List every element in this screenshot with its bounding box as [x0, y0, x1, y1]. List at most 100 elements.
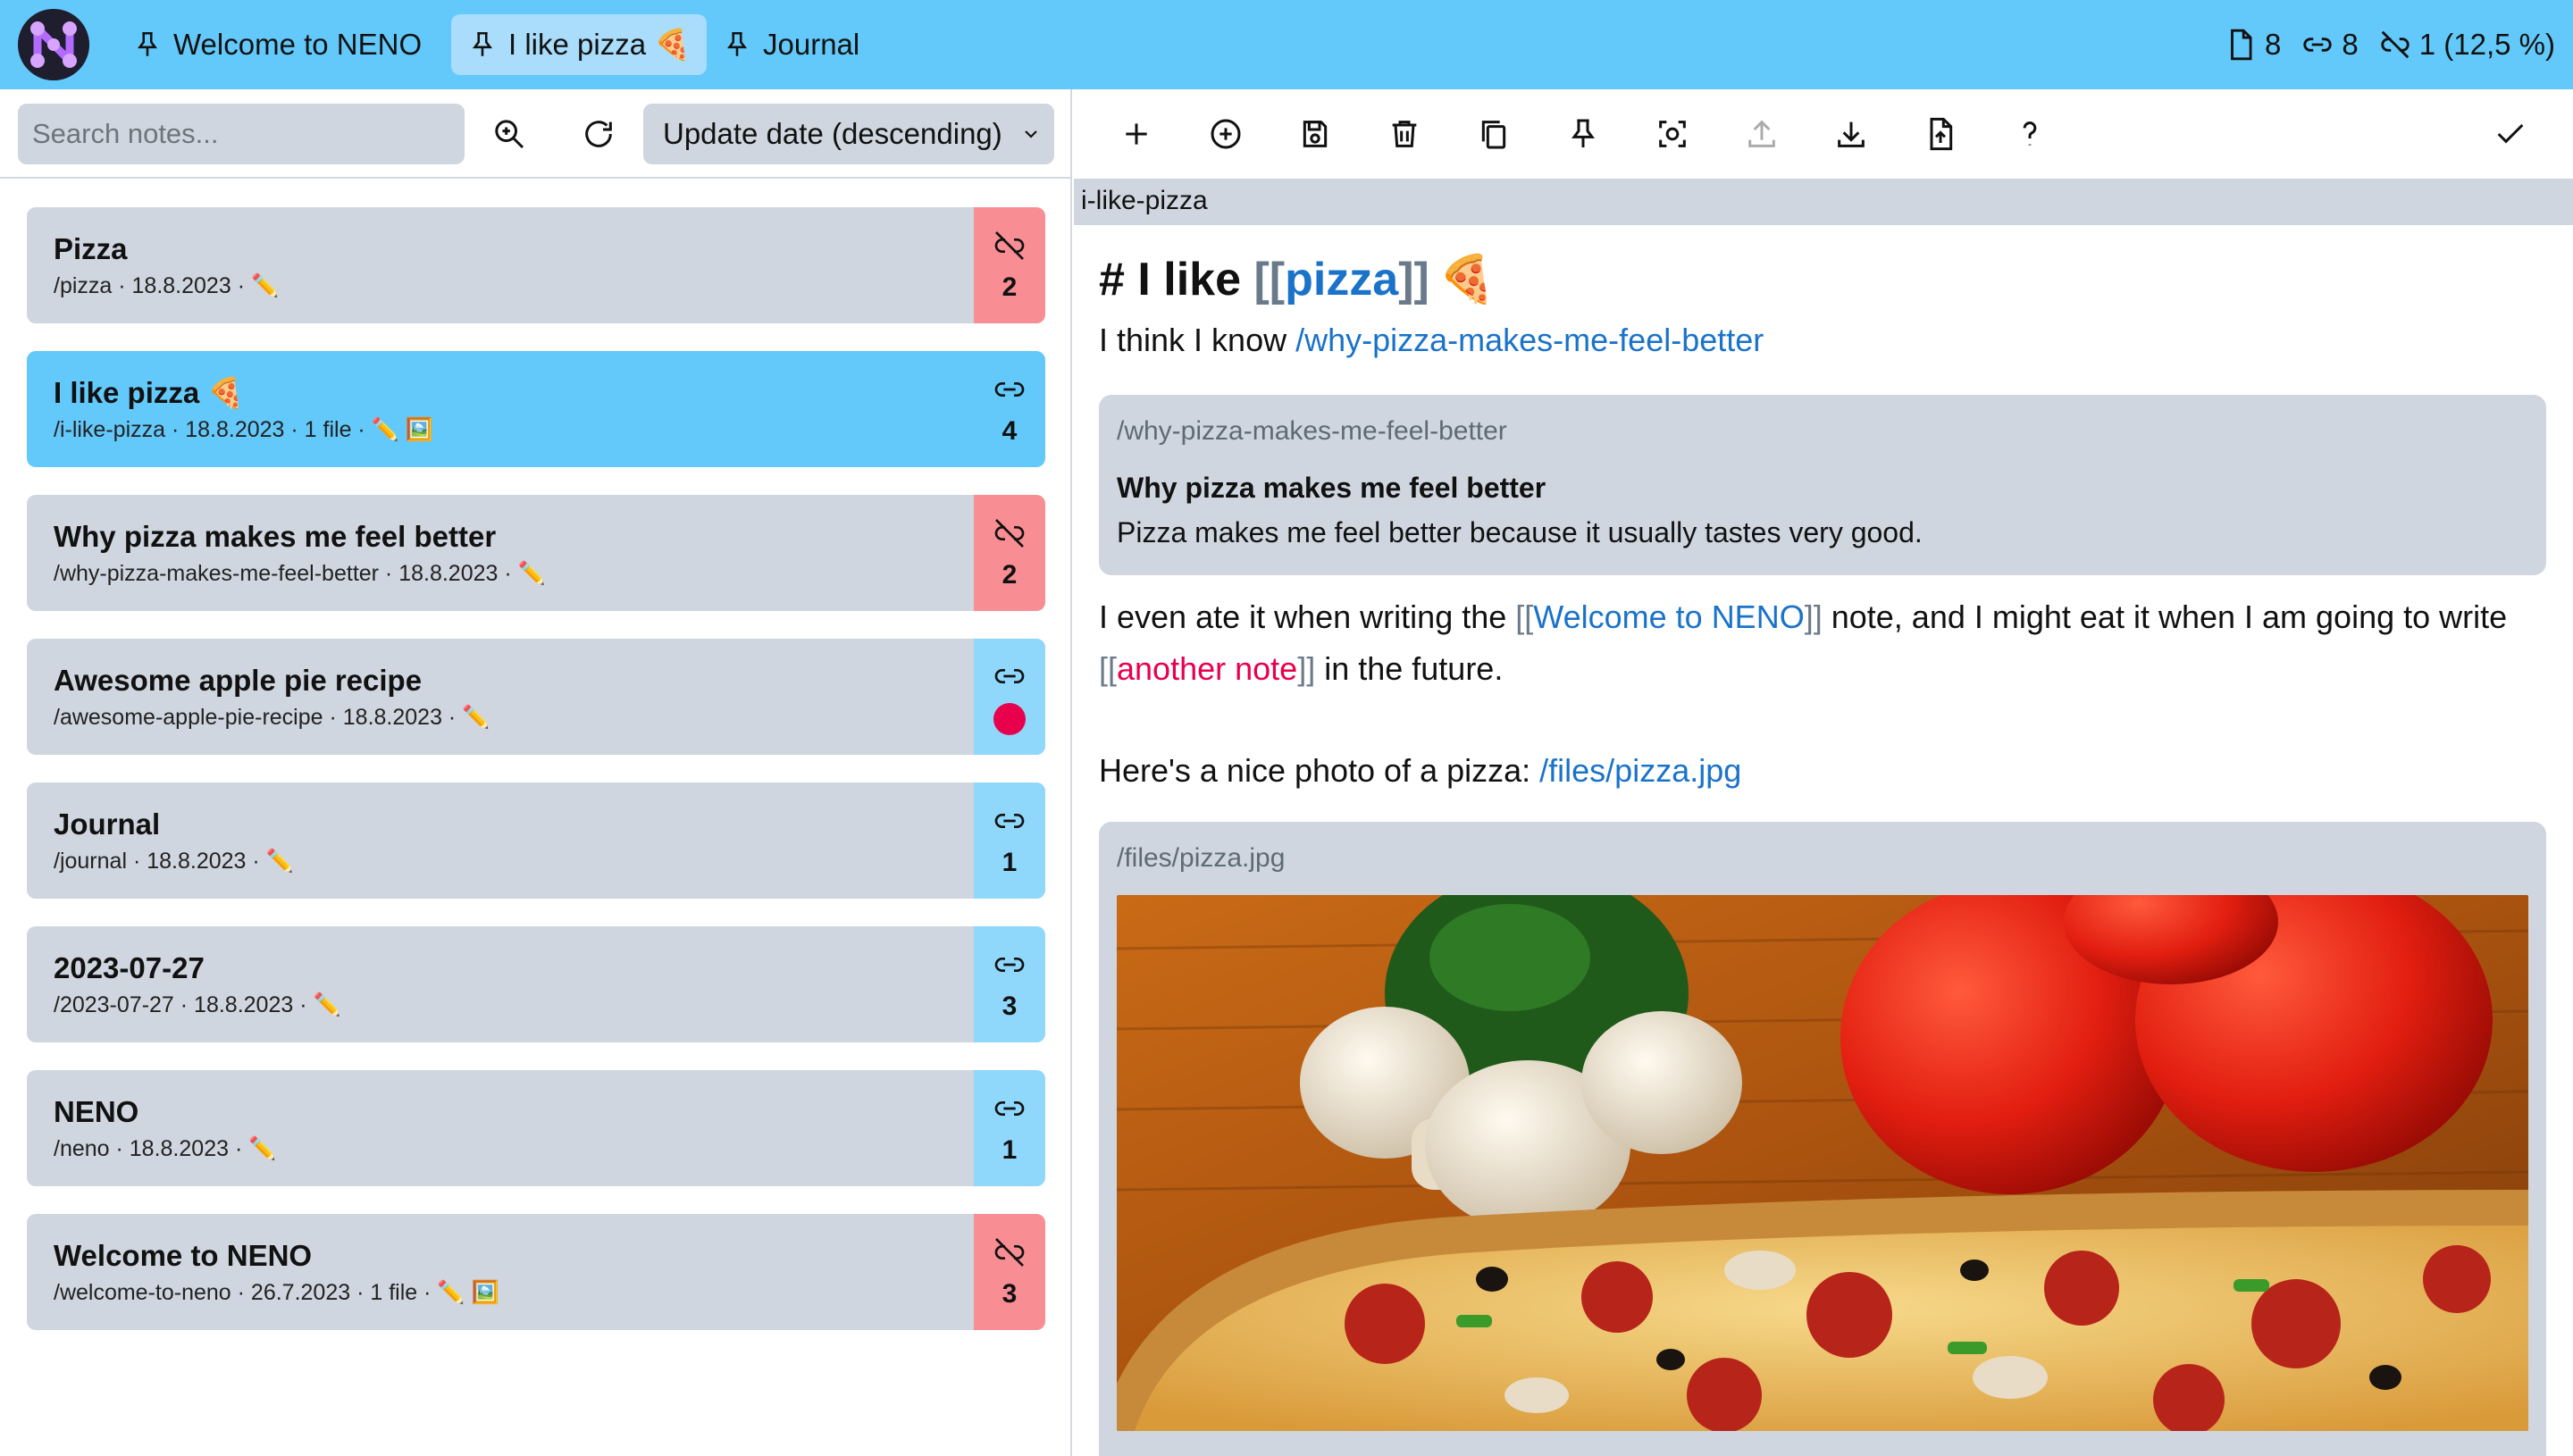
pin-button[interactable]	[1558, 109, 1608, 159]
note-list-item[interactable]: Journal /journal · 18.8.2023 · ✏️ 1	[27, 782, 1045, 899]
link-count: 1	[1002, 848, 1018, 877]
notes-count-stat: 8	[2224, 28, 2281, 62]
note-meta: /why-pizza-makes-me-feel-better · 18.8.2…	[54, 561, 546, 586]
link-count-badge: 1	[974, 1070, 1045, 1186]
paragraph: I even ate it when writing the [[Welcome…	[1099, 598, 2508, 687]
note-title: Pizza	[54, 232, 128, 265]
graph-view-button[interactable]	[1647, 109, 1697, 159]
note-slug-bar[interactable]: i-like-pizza	[1074, 179, 2573, 225]
link-count: 2	[1002, 272, 1018, 302]
note-title: Journal	[54, 807, 161, 841]
note-list-item[interactable]: Welcome to NENO /welcome-to-neno · 26.7.…	[27, 1214, 1045, 1330]
link-count-badge: 3	[974, 926, 1045, 1042]
plus-circle-icon	[1211, 119, 1241, 149]
note-title: NENO	[54, 1095, 139, 1128]
file-transclusion-box[interactable]: /files/pizza.jpg	[1099, 822, 2546, 1456]
note-meta: /awesome-apple-pie-recipe · 18.8.2023 · …	[54, 705, 490, 730]
note-meta: /2023-07-27 · 18.8.2023 · ✏️	[54, 992, 341, 1017]
note-title: Awesome apple pie recipe	[54, 664, 423, 697]
link-icon	[994, 669, 1025, 683]
unlink-icon	[2381, 30, 2410, 59]
upload-button[interactable]	[1737, 109, 1787, 159]
export-file-button[interactable]	[1915, 109, 1965, 159]
pizza-photo	[1117, 895, 2528, 1431]
pin-icon	[137, 31, 158, 56]
note-list-item[interactable]: 2023-07-27 /2023-07-27 · 18.8.2023 · ✏️ …	[27, 926, 1045, 1042]
zoom-search-icon	[495, 120, 524, 149]
refresh-icon	[585, 121, 612, 147]
download-icon	[1838, 121, 1865, 147]
note-editor-panel: i-like-pizza # I like [[ pizza ]] 🍕 I th…	[1074, 89, 2573, 1456]
pizza-emoji: 🍕	[1437, 254, 1496, 305]
pin-icon	[1571, 119, 1595, 147]
app-header: Welcome to NENO I like pizza 🍕 Journal 8…	[0, 0, 2573, 89]
wikilink-pizza[interactable]: pizza	[1285, 253, 1398, 306]
transclusion-title: Why pizza makes me feel better	[1117, 472, 1546, 504]
graph-stats: 8 8 1 (12,5 %)	[2224, 0, 2555, 89]
new-note-button[interactable]	[1111, 109, 1161, 159]
note-title: I like pizza 🍕	[54, 376, 245, 409]
link-count-badge	[974, 639, 1045, 755]
note-list: Pizza /pizza · 18.8.2023 · ✏️ 2 I like p…	[27, 207, 1045, 1358]
upload-icon	[1748, 120, 1775, 147]
link-count-badge: 4	[974, 351, 1045, 467]
note-meta: /pizza · 18.8.2023 · ✏️	[54, 273, 280, 298]
notes-list-panel: Update date (descending) Pizza /pizza · …	[0, 89, 1072, 1456]
note-list-item[interactable]: Why pizza makes me feel better /why-pizz…	[27, 495, 1045, 611]
tab-journal[interactable]: Journal	[706, 14, 876, 75]
trash-icon	[1392, 121, 1417, 147]
save-button[interactable]	[1290, 109, 1340, 159]
chevron-down-icon	[1025, 130, 1037, 138]
link-count-badge: 1	[974, 782, 1045, 899]
paragraph: I think I know /why-pizza-makes-me-feel-…	[1099, 322, 1764, 358]
note-content[interactable]: # I like [[ pizza ]] 🍕 I think I know /w…	[1074, 225, 2573, 1456]
file-link[interactable]: /files/pizza.jpg	[1539, 752, 1741, 789]
transclusion-slug: /files/pizza.jpg	[1117, 843, 1286, 873]
file-upload-icon	[1930, 117, 1953, 151]
help-button[interactable]	[2005, 109, 2055, 159]
wikilink-another-note[interactable]: another note	[1117, 650, 1297, 687]
focus-icon	[1659, 121, 1686, 147]
duplicate-button[interactable]	[1469, 109, 1519, 159]
note-title: Why pizza makes me feel better	[54, 520, 497, 553]
plus-icon	[1126, 123, 1147, 145]
tab-label: I like pizza 🍕	[508, 27, 691, 61]
help-icon	[2023, 121, 2037, 146]
note-list-item[interactable]: Pizza /pizza · 18.8.2023 · ✏️ 2	[27, 207, 1045, 323]
search-input[interactable]	[18, 104, 465, 164]
note-title: 2023-07-27	[54, 951, 205, 984]
paragraph: Here's a nice photo of a pizza: /files/p…	[1099, 752, 1742, 789]
link-icon	[994, 382, 1025, 397]
link-count: 3	[1002, 992, 1018, 1021]
note-heading: # I like [[ pizza ]] 🍕	[1099, 253, 1496, 306]
tab-welcome-to-neno[interactable]: Welcome to NENO	[116, 14, 438, 75]
download-button[interactable]	[1826, 109, 1876, 159]
create-note-button[interactable]	[1201, 109, 1251, 159]
refresh-button[interactable]	[574, 109, 624, 159]
pin-icon	[472, 31, 493, 56]
search-button[interactable]	[484, 109, 534, 159]
save-icon	[1303, 121, 1328, 147]
link-count: 2	[1002, 560, 1018, 590]
wikilink-welcome[interactable]: Welcome to NENO	[1533, 598, 1804, 635]
confirm-button[interactable]	[2485, 109, 2535, 159]
note-list-item[interactable]: I like pizza 🍕 /i-like-pizza · 18.8.2023…	[27, 351, 1045, 467]
note-slug: i-like-pizza	[1081, 186, 1208, 215]
unlinked-notes-stat: 1 (12,5 %)	[2378, 28, 2555, 62]
transclusion-box[interactable]: /why-pizza-makes-me-feel-better Why pizz…	[1099, 395, 2546, 575]
check-icon	[2497, 123, 2524, 144]
note-list-item[interactable]: NENO /neno · 18.8.2023 · ✏️ 1	[27, 1070, 1045, 1186]
links-count-stat: 8	[2301, 28, 2359, 62]
neno-logo[interactable]	[18, 9, 89, 80]
unlink-icon	[994, 1238, 1025, 1267]
sort-mode-select[interactable]: Update date (descending)	[643, 104, 1054, 164]
note-meta: /journal · 18.8.2023 · ✏️	[54, 849, 294, 874]
tab-label: Journal	[763, 28, 860, 61]
unlink-icon	[994, 519, 1025, 548]
note-list-item[interactable]: Awesome apple pie recipe /awesome-apple-…	[27, 639, 1045, 755]
slug-link[interactable]: /why-pizza-makes-me-feel-better	[1295, 322, 1764, 358]
tab-i-like-pizza[interactable]: I like pizza 🍕	[451, 14, 708, 75]
delete-button[interactable]	[1379, 109, 1429, 159]
copy-icon	[1481, 121, 1506, 149]
link-icon	[994, 958, 1025, 972]
